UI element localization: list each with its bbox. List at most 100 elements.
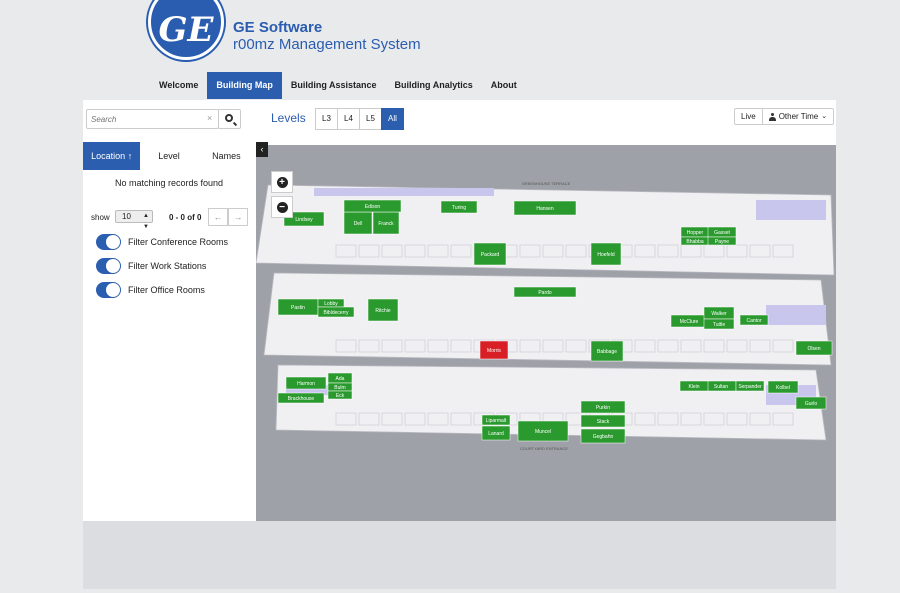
- filter-conference-rooms[interactable]: Filter Conference Rooms: [96, 234, 228, 250]
- nav-welcome[interactable]: Welcome: [150, 72, 207, 99]
- toggle-switch[interactable]: [96, 282, 121, 298]
- filter-office-rooms[interactable]: Filter Office Rooms: [96, 282, 205, 298]
- page-size-value: 10: [122, 212, 131, 221]
- main-panel: × Levels L3 L4 L5 All Live Other Time ⌄ …: [83, 100, 836, 521]
- tab-names[interactable]: Names: [198, 142, 255, 170]
- room-label: Harmon: [297, 381, 315, 387]
- room-label: Ada: [336, 376, 345, 382]
- room-label: Bulm: [334, 385, 345, 391]
- filter-label: Filter Work Stations: [128, 261, 207, 271]
- brand: GE Software r00mz Management System: [233, 19, 421, 53]
- other-time-dropdown[interactable]: Other Time ⌄: [762, 108, 835, 125]
- room-label: Bhabba: [686, 239, 703, 245]
- sort-up-icon: ↑: [127, 151, 133, 161]
- header: GE GE Software r00mz Management System W…: [0, 0, 900, 100]
- tab-location-label: Location: [91, 151, 126, 161]
- level-l5-button[interactable]: L5: [359, 108, 382, 130]
- toggle-switch[interactable]: [96, 234, 121, 250]
- room-label: Walker: [711, 311, 727, 317]
- live-button[interactable]: Live: [734, 108, 763, 125]
- nav-about[interactable]: About: [482, 72, 526, 99]
- room-label: Ritchie: [375, 308, 391, 314]
- time-selector: Live Other Time ⌄: [734, 108, 835, 125]
- room-label: Muncel: [535, 429, 551, 435]
- search-input[interactable]: [86, 109, 219, 129]
- next-page-button[interactable]: →: [228, 208, 248, 226]
- room-label: Eck: [336, 393, 345, 399]
- room-label: Lobby: [324, 301, 338, 307]
- room-label: Stack: [597, 419, 610, 425]
- room-label: Gegbahn: [593, 434, 614, 440]
- room-label: Edison: [365, 204, 381, 210]
- tab-location[interactable]: Location ↑: [83, 142, 141, 170]
- corridor: [766, 305, 826, 325]
- nav-building-analytics[interactable]: Building Analytics: [386, 72, 482, 99]
- corridor: [756, 200, 826, 220]
- filter-label: Filter Office Rooms: [128, 285, 205, 295]
- page-size-select[interactable]: 10 ▲ ▼: [115, 210, 153, 230]
- building-map[interactable]: GREENHOUSE TERRACE COURTYARD ENTRANCE Li…: [256, 145, 836, 521]
- other-time-label: Other Time: [778, 112, 819, 121]
- room-label: Cantor: [746, 318, 761, 324]
- footer-area: [83, 521, 836, 589]
- filter-work-stations[interactable]: Filter Work Stations: [96, 258, 206, 274]
- zoom-out-button[interactable]: −: [271, 196, 293, 218]
- collapse-sidebar-button[interactable]: ‹: [256, 142, 268, 157]
- room-label: Sultan: [714, 384, 728, 390]
- room-label: Franck: [378, 221, 394, 227]
- room-label: Lanard: [488, 431, 504, 437]
- zoom-in-button[interactable]: +: [271, 171, 293, 193]
- level-l4-button[interactable]: L4: [337, 108, 360, 130]
- room-label: Klein: [688, 384, 699, 390]
- levels-label: Levels: [271, 111, 306, 125]
- filter-label: Filter Conference Rooms: [128, 237, 229, 247]
- room-label: Olsen: [807, 346, 820, 352]
- nav-building-assistance[interactable]: Building Assistance: [282, 72, 386, 99]
- level-l3-button[interactable]: L3: [315, 108, 338, 130]
- floor-plan[interactable]: GREENHOUSE TERRACE COURTYARD ENTRANCE Li…: [256, 145, 836, 521]
- chevron-down-icon: ⌄: [821, 113, 828, 120]
- room-label: Brackhouse: [288, 396, 315, 402]
- user-icon: [768, 112, 776, 121]
- search-icon: [225, 114, 233, 122]
- room-label: Hansen: [536, 206, 553, 212]
- room-label: Turing: [452, 205, 466, 211]
- room-label: Kolbel: [776, 385, 790, 391]
- level-selector: L3 L4 L5 All: [315, 108, 404, 130]
- room-label: McClure: [680, 319, 699, 325]
- minus-icon: −: [276, 202, 288, 213]
- left-tabs: Location ↑ Level Names: [83, 142, 255, 170]
- room-label: Purkin: [596, 405, 610, 411]
- room-label: Tuttle: [713, 322, 726, 328]
- room-label: Morris: [487, 348, 501, 354]
- room-label: Liparmalt: [486, 418, 507, 424]
- show-label: show: [91, 213, 110, 222]
- bottom-label: COURTYARD ENTRANCE: [520, 446, 568, 451]
- room-label: Pastin: [291, 305, 305, 311]
- toggle-switch[interactable]: [96, 258, 121, 274]
- ge-logo[interactable]: GE: [148, 0, 224, 60]
- plus-icon: +: [276, 177, 288, 188]
- empty-message: No matching records found: [114, 178, 224, 188]
- room-label: Payne: [715, 239, 729, 245]
- page-info: 0 - 0 of 0: [169, 213, 202, 222]
- pager: show 10 ▲ ▼ 0 - 0 of 0 ← →: [91, 208, 251, 230]
- nav-building-map[interactable]: Building Map: [207, 72, 282, 99]
- search-button[interactable]: [218, 109, 241, 129]
- room-label: Serpander: [738, 384, 762, 390]
- clear-icon[interactable]: ×: [207, 113, 212, 123]
- room-label: Babbage: [597, 349, 617, 355]
- brand-subtitle: r00mz Management System: [233, 36, 421, 53]
- room-label: Gasset: [714, 230, 730, 236]
- top-label: GREENHOUSE TERRACE: [522, 181, 571, 186]
- room-label: Dell: [354, 221, 363, 227]
- level-all-button[interactable]: All: [381, 108, 404, 130]
- brand-title: GE Software: [233, 19, 323, 36]
- room-label: Packard: [481, 252, 500, 258]
- prev-page-button[interactable]: ←: [208, 208, 228, 226]
- tab-level[interactable]: Level: [140, 142, 197, 170]
- main-nav: Welcome Building Map Building Assistance…: [150, 72, 526, 99]
- updown-icon: ▲ ▼: [143, 213, 149, 230]
- room-label: Lindsey: [295, 217, 313, 223]
- corridor: [314, 188, 494, 196]
